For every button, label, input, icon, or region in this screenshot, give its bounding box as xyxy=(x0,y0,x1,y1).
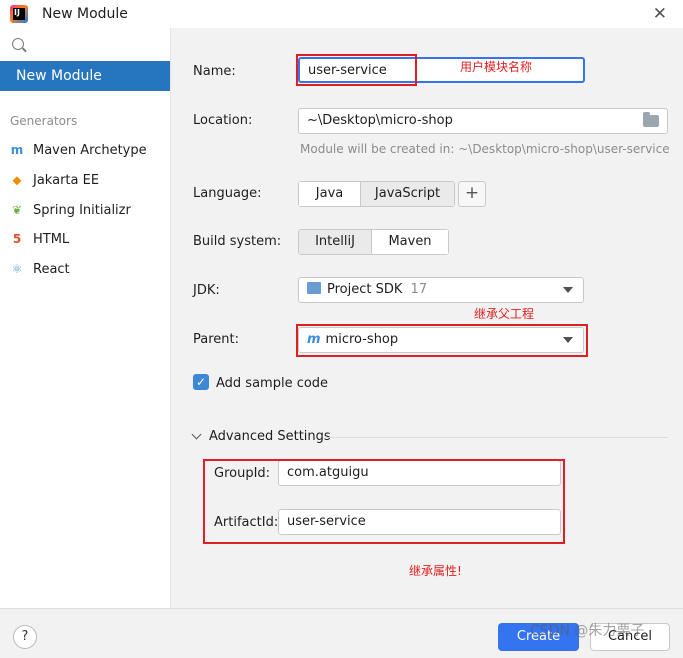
sidebar-item-html[interactable]: 5 HTML xyxy=(8,229,69,249)
watermark: CSDN @朱力栗子 xyxy=(530,623,645,639)
spring-icon: ❦ xyxy=(11,203,23,217)
annotation-props-note: 继承属性! xyxy=(409,564,462,578)
generators-header: Generators xyxy=(10,114,78,128)
folder-icon[interactable] xyxy=(643,112,659,127)
annotation-parent-note: 继承父工程 xyxy=(474,307,535,321)
annotation-box-name xyxy=(296,54,417,86)
annotation-box-parent xyxy=(296,324,588,357)
location-label: Location: xyxy=(193,113,253,128)
help-button[interactable]: ? xyxy=(13,625,37,649)
close-icon[interactable]: ✕ xyxy=(653,4,667,24)
language-option-javascript[interactable]: JavaScript xyxy=(361,182,454,206)
jakarta-icon: ⬥ xyxy=(12,172,22,187)
sidebar-item-maven-archetype[interactable]: m Maven Archetype xyxy=(8,140,147,160)
sidebar-item-jakarta-ee[interactable]: ⬥ Jakarta EE xyxy=(8,170,99,190)
html5-icon: 5 xyxy=(12,232,22,246)
sample-code-label: Add sample code xyxy=(216,376,329,391)
intellij-logo-icon: IJ xyxy=(10,5,28,23)
build-system-label: Build system: xyxy=(193,234,282,249)
location-value: ~\Desktop\micro-shop xyxy=(307,113,453,128)
sidebar-item-label: Jakarta EE xyxy=(33,172,100,188)
chevron-down-icon xyxy=(191,429,202,440)
sidebar-item-label: HTML xyxy=(33,231,70,247)
location-hint: Module will be created in: ~\Desktop\mic… xyxy=(300,142,670,156)
annotation-name-note: 用户模块名称 xyxy=(460,60,533,74)
name-label: Name: xyxy=(193,64,236,79)
sidebar-item-react[interactable]: ⚛ React xyxy=(8,259,70,279)
build-option-maven[interactable]: Maven xyxy=(372,230,448,254)
language-label: Language: xyxy=(193,186,262,201)
sidebar-item-label: Maven Archetype xyxy=(33,142,147,158)
maven-icon: m xyxy=(10,143,24,157)
advanced-settings-label: Advanced Settings xyxy=(209,429,331,444)
language-selector: Java JavaScript xyxy=(298,181,455,207)
react-icon: ⚛ xyxy=(11,262,23,276)
build-system-selector: IntelliJ Maven xyxy=(298,229,449,255)
jdk-label: JDK: xyxy=(193,283,220,298)
chevron-down-icon xyxy=(563,287,573,293)
search-icon[interactable] xyxy=(12,38,24,50)
sidebar-item-label: Spring Initializr xyxy=(33,202,131,218)
advanced-settings-toggle[interactable]: Advanced Settings xyxy=(191,429,331,444)
sdk-folder-icon xyxy=(307,282,321,294)
language-option-java[interactable]: Java xyxy=(299,182,361,206)
add-language-button[interactable]: + xyxy=(458,181,486,207)
parent-label: Parent: xyxy=(193,332,239,347)
jdk-version: 17 xyxy=(410,282,428,297)
generator-sidebar: New Module Generators m Maven Archetype ⬥ J… xyxy=(0,28,171,608)
jdk-value: Project SDK xyxy=(327,282,403,297)
annotation-box-properties xyxy=(203,459,565,544)
sidebar-item-new-module[interactable]: New Module xyxy=(0,61,170,91)
sample-code-checkbox[interactable]: ✓ xyxy=(193,374,209,390)
sidebar-item-label: React xyxy=(33,261,70,277)
build-option-intellij[interactable]: IntelliJ xyxy=(299,230,372,254)
window-title: New Module xyxy=(42,6,128,22)
location-input[interactable]: ~\Desktop\micro-shop xyxy=(298,108,668,134)
jdk-dropdown[interactable]: Project SDK 17 xyxy=(298,277,584,303)
title-bar: IJ New Module ✕ xyxy=(0,0,683,28)
sidebar-item-spring-initializr[interactable]: ❦ Spring Initializr xyxy=(8,200,131,220)
divider xyxy=(326,437,668,438)
